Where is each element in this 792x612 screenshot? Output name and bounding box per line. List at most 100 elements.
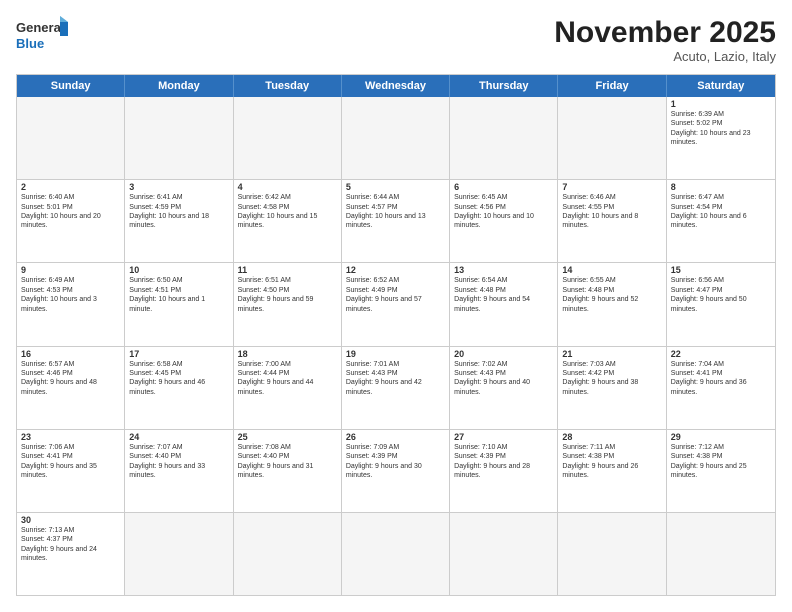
- day-number: 28: [562, 432, 661, 442]
- day-number: 20: [454, 349, 553, 359]
- day-info: Sunrise: 7:08 AM Sunset: 4:40 PM Dayligh…: [238, 443, 337, 481]
- day-number: 16: [21, 349, 120, 359]
- day-number: 17: [129, 349, 228, 359]
- svg-text:General: General: [16, 20, 64, 35]
- day-number: 1: [671, 99, 771, 109]
- week-row: 16Sunrise: 6:57 AM Sunset: 4:46 PM Dayli…: [17, 346, 775, 429]
- general-blue-logo-icon: General Blue: [16, 16, 68, 60]
- day-number: 11: [238, 265, 337, 275]
- day-number: 26: [346, 432, 445, 442]
- day-number: 15: [671, 265, 771, 275]
- page: General Blue November 2025 Acuto, Lazio,…: [0, 0, 792, 612]
- day-number: 12: [346, 265, 445, 275]
- day-cell: 29Sunrise: 7:12 AM Sunset: 4:38 PM Dayli…: [667, 430, 775, 512]
- day-number: 24: [129, 432, 228, 442]
- day-info: Sunrise: 6:50 AM Sunset: 4:51 PM Dayligh…: [129, 276, 228, 314]
- day-cell: 25Sunrise: 7:08 AM Sunset: 4:40 PM Dayli…: [234, 430, 342, 512]
- day-info: Sunrise: 7:12 AM Sunset: 4:38 PM Dayligh…: [671, 443, 771, 481]
- week-row: 9Sunrise: 6:49 AM Sunset: 4:53 PM Daylig…: [17, 262, 775, 345]
- day-info: Sunrise: 7:01 AM Sunset: 4:43 PM Dayligh…: [346, 360, 445, 398]
- day-header: Wednesday: [342, 75, 450, 97]
- day-number: 18: [238, 349, 337, 359]
- day-info: Sunrise: 6:40 AM Sunset: 5:01 PM Dayligh…: [21, 193, 120, 231]
- day-info: Sunrise: 6:47 AM Sunset: 4:54 PM Dayligh…: [671, 193, 771, 231]
- empty-day-cell: [234, 97, 342, 179]
- week-row: 2Sunrise: 6:40 AM Sunset: 5:01 PM Daylig…: [17, 179, 775, 262]
- logo: General Blue: [16, 16, 68, 60]
- day-cell: 7Sunrise: 6:46 AM Sunset: 4:55 PM Daylig…: [558, 180, 666, 262]
- day-cell: 1Sunrise: 6:39 AM Sunset: 5:02 PM Daylig…: [667, 97, 775, 179]
- day-number: 19: [346, 349, 445, 359]
- empty-day-cell: [558, 97, 666, 179]
- week-row: 30Sunrise: 7:13 AM Sunset: 4:37 PM Dayli…: [17, 512, 775, 595]
- day-header: Tuesday: [234, 75, 342, 97]
- day-header: Saturday: [667, 75, 775, 97]
- day-info: Sunrise: 6:51 AM Sunset: 4:50 PM Dayligh…: [238, 276, 337, 314]
- day-cell: 26Sunrise: 7:09 AM Sunset: 4:39 PM Dayli…: [342, 430, 450, 512]
- day-header: Sunday: [17, 75, 125, 97]
- day-number: 8: [671, 182, 771, 192]
- week-row: 1Sunrise: 6:39 AM Sunset: 5:02 PM Daylig…: [17, 97, 775, 179]
- day-info: Sunrise: 7:13 AM Sunset: 4:37 PM Dayligh…: [21, 526, 120, 564]
- day-info: Sunrise: 6:55 AM Sunset: 4:48 PM Dayligh…: [562, 276, 661, 314]
- day-header: Thursday: [450, 75, 558, 97]
- day-cell: 27Sunrise: 7:10 AM Sunset: 4:39 PM Dayli…: [450, 430, 558, 512]
- day-info: Sunrise: 6:45 AM Sunset: 4:56 PM Dayligh…: [454, 193, 553, 231]
- day-info: Sunrise: 6:44 AM Sunset: 4:57 PM Dayligh…: [346, 193, 445, 231]
- day-header: Monday: [125, 75, 233, 97]
- empty-day-cell: [17, 97, 125, 179]
- empty-day-cell: [342, 97, 450, 179]
- day-info: Sunrise: 7:03 AM Sunset: 4:42 PM Dayligh…: [562, 360, 661, 398]
- day-headers: SundayMondayTuesdayWednesdayThursdayFrid…: [17, 75, 775, 97]
- day-cell: 5Sunrise: 6:44 AM Sunset: 4:57 PM Daylig…: [342, 180, 450, 262]
- day-info: Sunrise: 7:06 AM Sunset: 4:41 PM Dayligh…: [21, 443, 120, 481]
- day-info: Sunrise: 6:57 AM Sunset: 4:46 PM Dayligh…: [21, 360, 120, 398]
- day-cell: 23Sunrise: 7:06 AM Sunset: 4:41 PM Dayli…: [17, 430, 125, 512]
- day-number: 29: [671, 432, 771, 442]
- day-cell: 10Sunrise: 6:50 AM Sunset: 4:51 PM Dayli…: [125, 263, 233, 345]
- day-cell: 20Sunrise: 7:02 AM Sunset: 4:43 PM Dayli…: [450, 347, 558, 429]
- day-info: Sunrise: 7:07 AM Sunset: 4:40 PM Dayligh…: [129, 443, 228, 481]
- day-info: Sunrise: 6:46 AM Sunset: 4:55 PM Dayligh…: [562, 193, 661, 231]
- day-info: Sunrise: 7:10 AM Sunset: 4:39 PM Dayligh…: [454, 443, 553, 481]
- empty-day-cell: [450, 513, 558, 595]
- day-cell: 12Sunrise: 6:52 AM Sunset: 4:49 PM Dayli…: [342, 263, 450, 345]
- day-info: Sunrise: 6:39 AM Sunset: 5:02 PM Dayligh…: [671, 110, 771, 148]
- day-number: 23: [21, 432, 120, 442]
- empty-day-cell: [125, 97, 233, 179]
- day-number: 25: [238, 432, 337, 442]
- day-cell: 16Sunrise: 6:57 AM Sunset: 4:46 PM Dayli…: [17, 347, 125, 429]
- day-number: 13: [454, 265, 553, 275]
- day-cell: 9Sunrise: 6:49 AM Sunset: 4:53 PM Daylig…: [17, 263, 125, 345]
- calendar-body: 1Sunrise: 6:39 AM Sunset: 5:02 PM Daylig…: [17, 97, 775, 595]
- day-cell: 22Sunrise: 7:04 AM Sunset: 4:41 PM Dayli…: [667, 347, 775, 429]
- day-cell: 21Sunrise: 7:03 AM Sunset: 4:42 PM Dayli…: [558, 347, 666, 429]
- month-title: November 2025: [554, 16, 776, 49]
- day-cell: 13Sunrise: 6:54 AM Sunset: 4:48 PM Dayli…: [450, 263, 558, 345]
- day-info: Sunrise: 6:49 AM Sunset: 4:53 PM Dayligh…: [21, 276, 120, 314]
- day-number: 5: [346, 182, 445, 192]
- day-cell: 14Sunrise: 6:55 AM Sunset: 4:48 PM Dayli…: [558, 263, 666, 345]
- title-area: November 2025 Acuto, Lazio, Italy: [554, 16, 776, 64]
- day-number: 3: [129, 182, 228, 192]
- day-info: Sunrise: 6:42 AM Sunset: 4:58 PM Dayligh…: [238, 193, 337, 231]
- day-cell: 17Sunrise: 6:58 AM Sunset: 4:45 PM Dayli…: [125, 347, 233, 429]
- day-cell: 6Sunrise: 6:45 AM Sunset: 4:56 PM Daylig…: [450, 180, 558, 262]
- day-number: 22: [671, 349, 771, 359]
- day-cell: 30Sunrise: 7:13 AM Sunset: 4:37 PM Dayli…: [17, 513, 125, 595]
- day-number: 10: [129, 265, 228, 275]
- day-cell: 24Sunrise: 7:07 AM Sunset: 4:40 PM Dayli…: [125, 430, 233, 512]
- day-number: 6: [454, 182, 553, 192]
- day-cell: 8Sunrise: 6:47 AM Sunset: 4:54 PM Daylig…: [667, 180, 775, 262]
- day-cell: 28Sunrise: 7:11 AM Sunset: 4:38 PM Dayli…: [558, 430, 666, 512]
- day-info: Sunrise: 6:41 AM Sunset: 4:59 PM Dayligh…: [129, 193, 228, 231]
- day-cell: 15Sunrise: 6:56 AM Sunset: 4:47 PM Dayli…: [667, 263, 775, 345]
- day-info: Sunrise: 7:09 AM Sunset: 4:39 PM Dayligh…: [346, 443, 445, 481]
- empty-day-cell: [234, 513, 342, 595]
- day-info: Sunrise: 7:02 AM Sunset: 4:43 PM Dayligh…: [454, 360, 553, 398]
- empty-day-cell: [667, 513, 775, 595]
- calendar: SundayMondayTuesdayWednesdayThursdayFrid…: [16, 74, 776, 596]
- empty-day-cell: [558, 513, 666, 595]
- day-info: Sunrise: 6:56 AM Sunset: 4:47 PM Dayligh…: [671, 276, 771, 314]
- day-cell: 11Sunrise: 6:51 AM Sunset: 4:50 PM Dayli…: [234, 263, 342, 345]
